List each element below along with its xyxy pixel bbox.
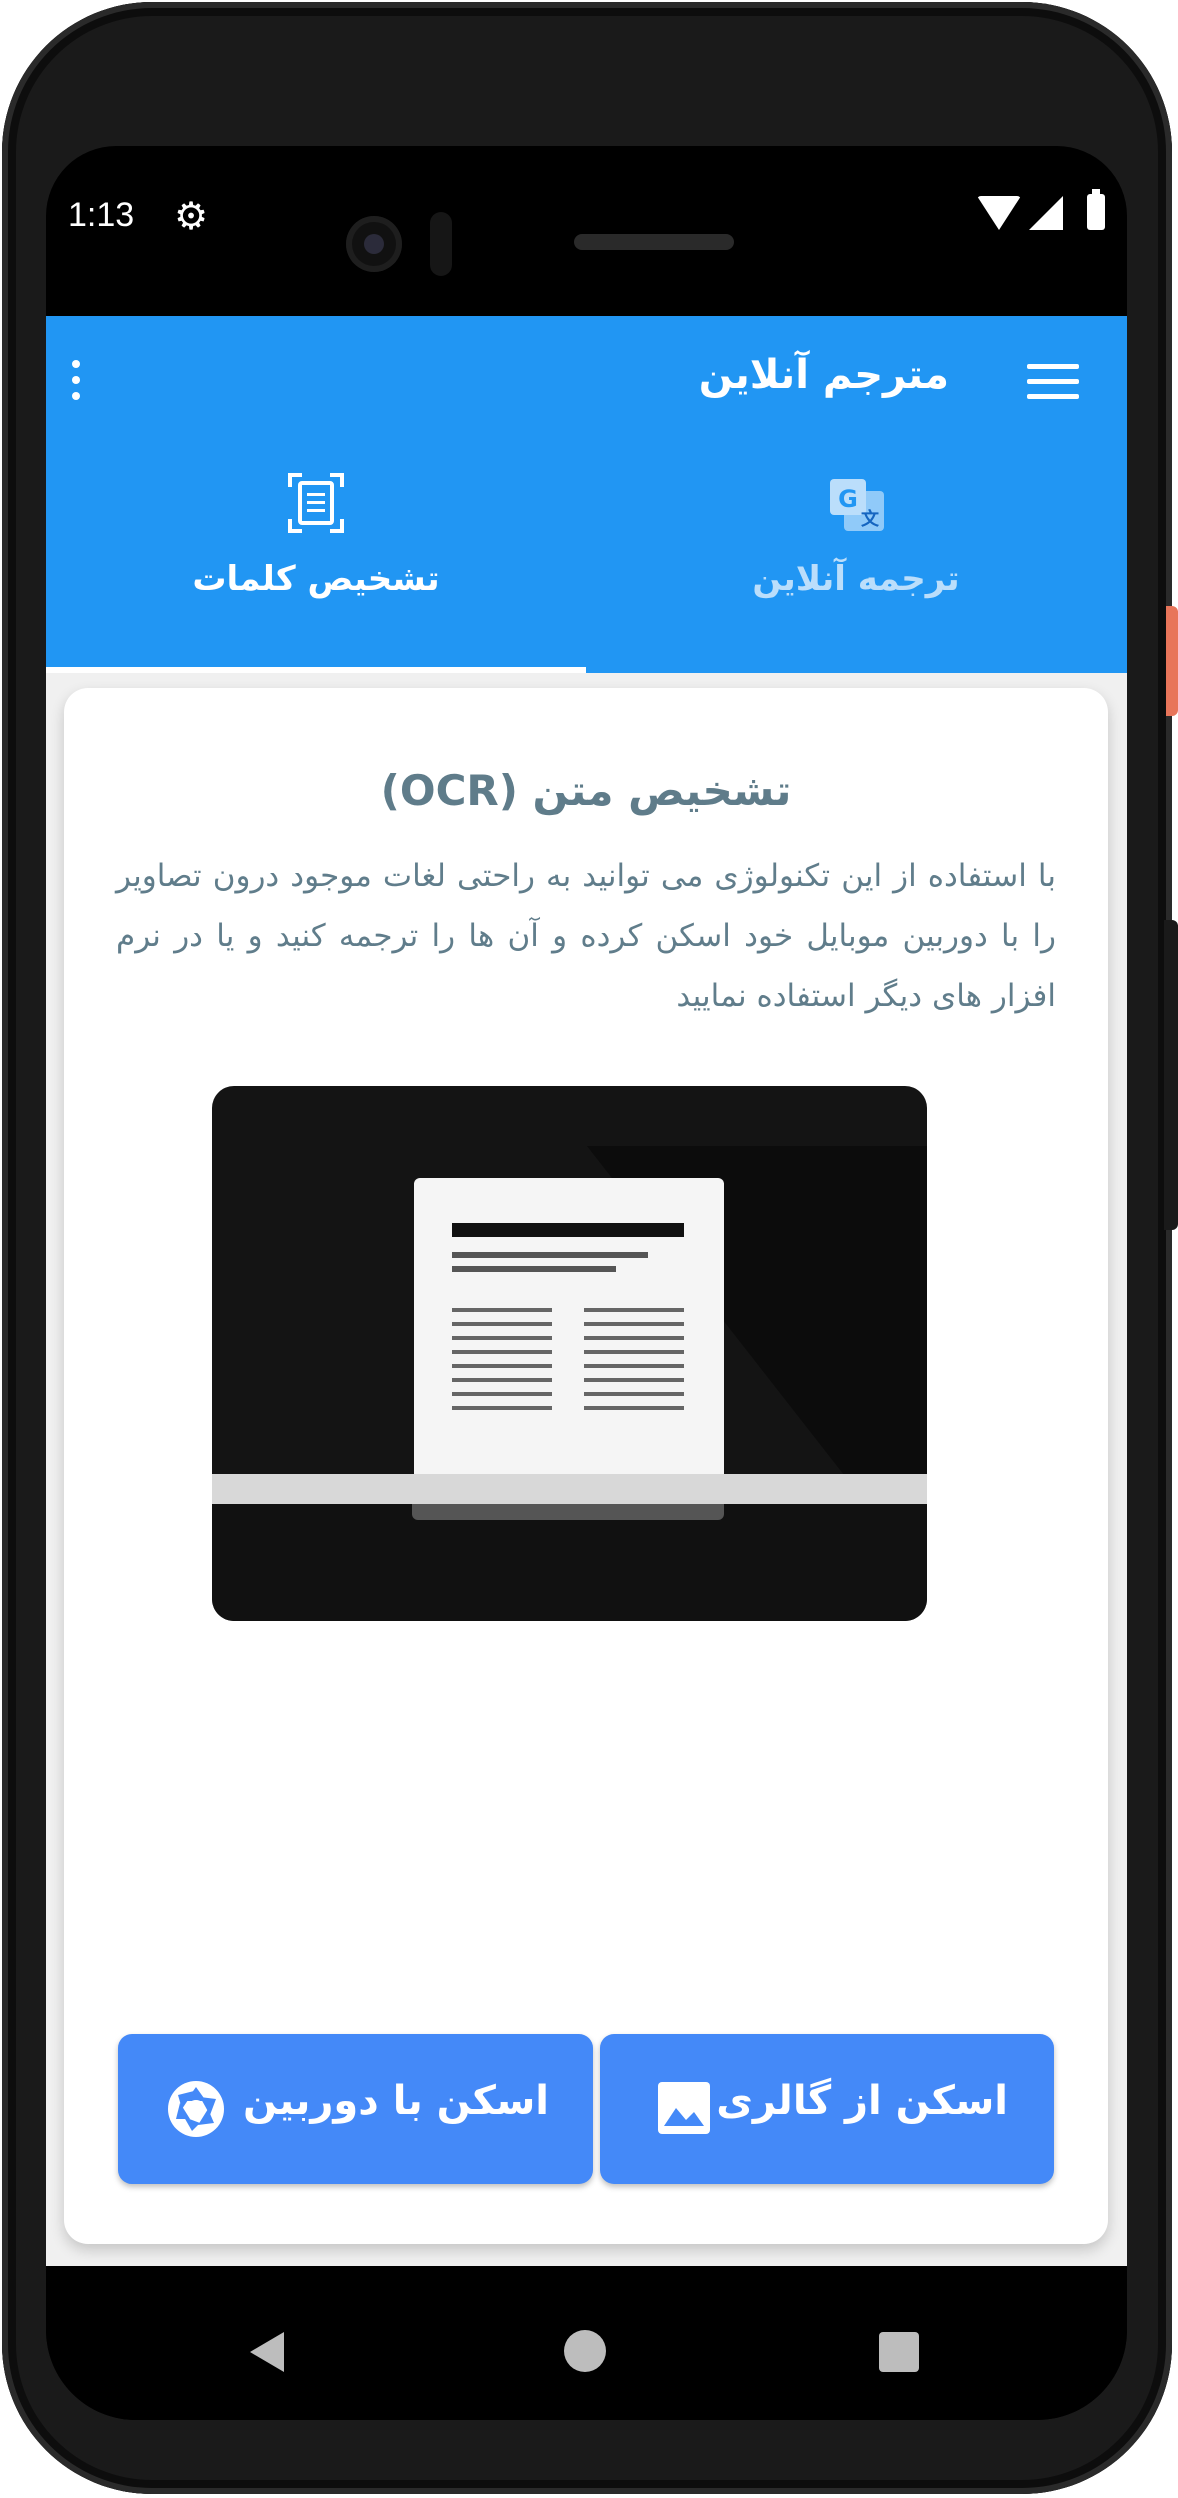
battery-icon [1087, 189, 1105, 230]
tab-bar: تشخیص کلمات G 文 ترجمه آنلاین [46, 451, 1127, 673]
home-icon[interactable] [564, 2330, 606, 2372]
scan-from-gallery-label: اسکن از گالری [716, 2078, 1008, 2124]
wifi-icon [977, 196, 1021, 230]
scan-from-gallery-button[interactable]: اسکن از گالری [600, 2034, 1054, 2184]
app-title: مترجم آنلاین [698, 352, 949, 398]
navigation-bar [46, 2294, 1127, 2420]
status-time: 1:13 [68, 196, 135, 234]
scan-with-camera-label: اسکن با دوربین [243, 2078, 549, 2124]
tab-online-translate[interactable]: G 文 ترجمه آنلاین [586, 451, 1126, 673]
document-scanner-icon [288, 473, 344, 533]
app-bar: مترجم آنلاین [46, 316, 1127, 451]
scanner-slot [412, 1504, 724, 1520]
status-bar: 1:13 ⚙ [46, 146, 1127, 316]
document-scanner-illustration [212, 1086, 927, 1621]
scanner-body [212, 1504, 927, 1621]
signal-icon [1029, 196, 1063, 230]
volume-button [1164, 920, 1178, 1230]
scanned-paper [414, 1178, 724, 1474]
power-button [1166, 606, 1178, 716]
scanner-bed [212, 1474, 927, 1504]
image-icon [656, 2080, 712, 2140]
svg-text:文: 文 [861, 508, 880, 530]
scan-with-camera-button[interactable]: اسکن با دوربین [118, 2034, 593, 2184]
card-description: با استفاده از این تکنولوژی می توانید به … [116, 858, 1056, 1014]
screen: 1:13 ⚙ مترجم آنلاین تشخیص کلمات G 文 ترجم… [46, 146, 1127, 2420]
gear-icon: ⚙ [174, 194, 209, 238]
google-translate-icon: G 文 [828, 477, 888, 535]
tab-ocr[interactable]: تشخیص کلمات [46, 451, 586, 673]
tab-ocr-label: تشخیص کلمات [192, 559, 440, 599]
svg-text:G: G [838, 485, 858, 513]
back-icon[interactable] [250, 2332, 284, 2372]
more-vert-icon[interactable] [68, 360, 84, 410]
recents-icon[interactable] [879, 2332, 919, 2372]
hamburger-menu-icon[interactable] [1027, 364, 1079, 404]
card-title: تشخیص متن (OCR) [380, 766, 792, 815]
camera-shutter-icon [166, 2079, 226, 2143]
tab-online-translate-label: ترجمه آنلاین [752, 559, 960, 599]
